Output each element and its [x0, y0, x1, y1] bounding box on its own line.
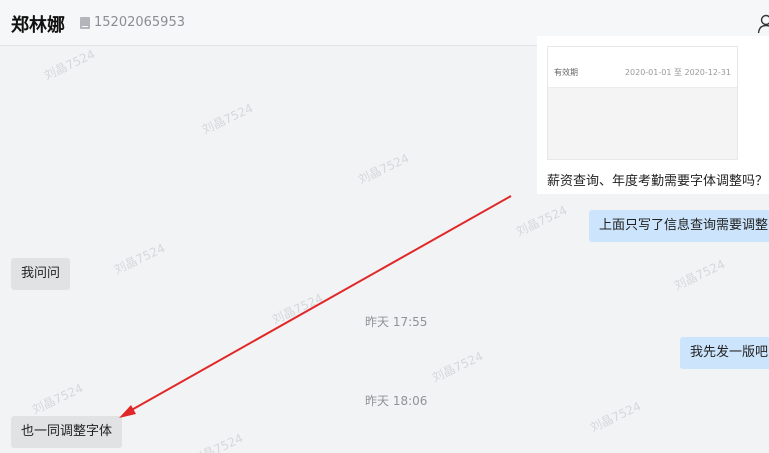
validity-range: 2020-01-01 至 2020-12-31 — [624, 68, 731, 77]
shared-card-message[interactable]: 有效期 2020-01-01 至 2020-12-31 薪资查询、年度考勤需要字… — [537, 36, 769, 194]
phone-icon — [80, 17, 90, 29]
contact-name: 郑林娜 — [11, 15, 65, 36]
card-preview-image[interactable]: 有效期 2020-01-01 至 2020-12-31 — [547, 46, 738, 160]
validity-label: 有效期 — [554, 68, 578, 77]
watermark: 刘晶7524 — [199, 101, 256, 137]
chat-window: 刘晶7524 刘晶7524 刘晶7524 刘晶7524 刘晶7524 刘晶752… — [0, 0, 769, 453]
phone-number: 15202065953 — [94, 15, 185, 30]
watermark: 刘晶7524 — [429, 349, 486, 385]
watermark: 刘晶7524 — [355, 151, 412, 187]
message-timestamp: 昨天 17:55 — [365, 315, 428, 329]
message-bubble-incoming[interactable]: 也一同调整字体 — [11, 416, 123, 448]
message-bubble-outgoing[interactable]: 上面只写了信息查询需要调整 — [589, 210, 769, 242]
user-profile-icon[interactable] — [757, 14, 769, 34]
watermark: 刘晶7524 — [29, 381, 86, 417]
message-bubble-outgoing[interactable]: 我先发一版吧 — [680, 337, 769, 369]
watermark: 刘晶7524 — [513, 203, 570, 239]
watermark: 刘晶7524 — [587, 399, 644, 435]
watermark: 刘晶7524 — [189, 431, 246, 453]
watermark: 刘晶7524 — [269, 291, 326, 327]
message-timestamp: 昨天 18:06 — [365, 394, 428, 408]
watermark: 刘晶7524 — [111, 241, 168, 277]
card-message-text: 薪资查询、年度考勤需要字体调整吗？ — [547, 174, 769, 189]
watermark: 刘晶7524 — [41, 47, 98, 83]
watermark: 刘晶7524 — [671, 257, 728, 293]
card-preview-header: 有效期 2020-01-01 至 2020-12-31 — [548, 47, 737, 88]
message-bubble-incoming[interactable]: 我问问 — [11, 258, 71, 290]
